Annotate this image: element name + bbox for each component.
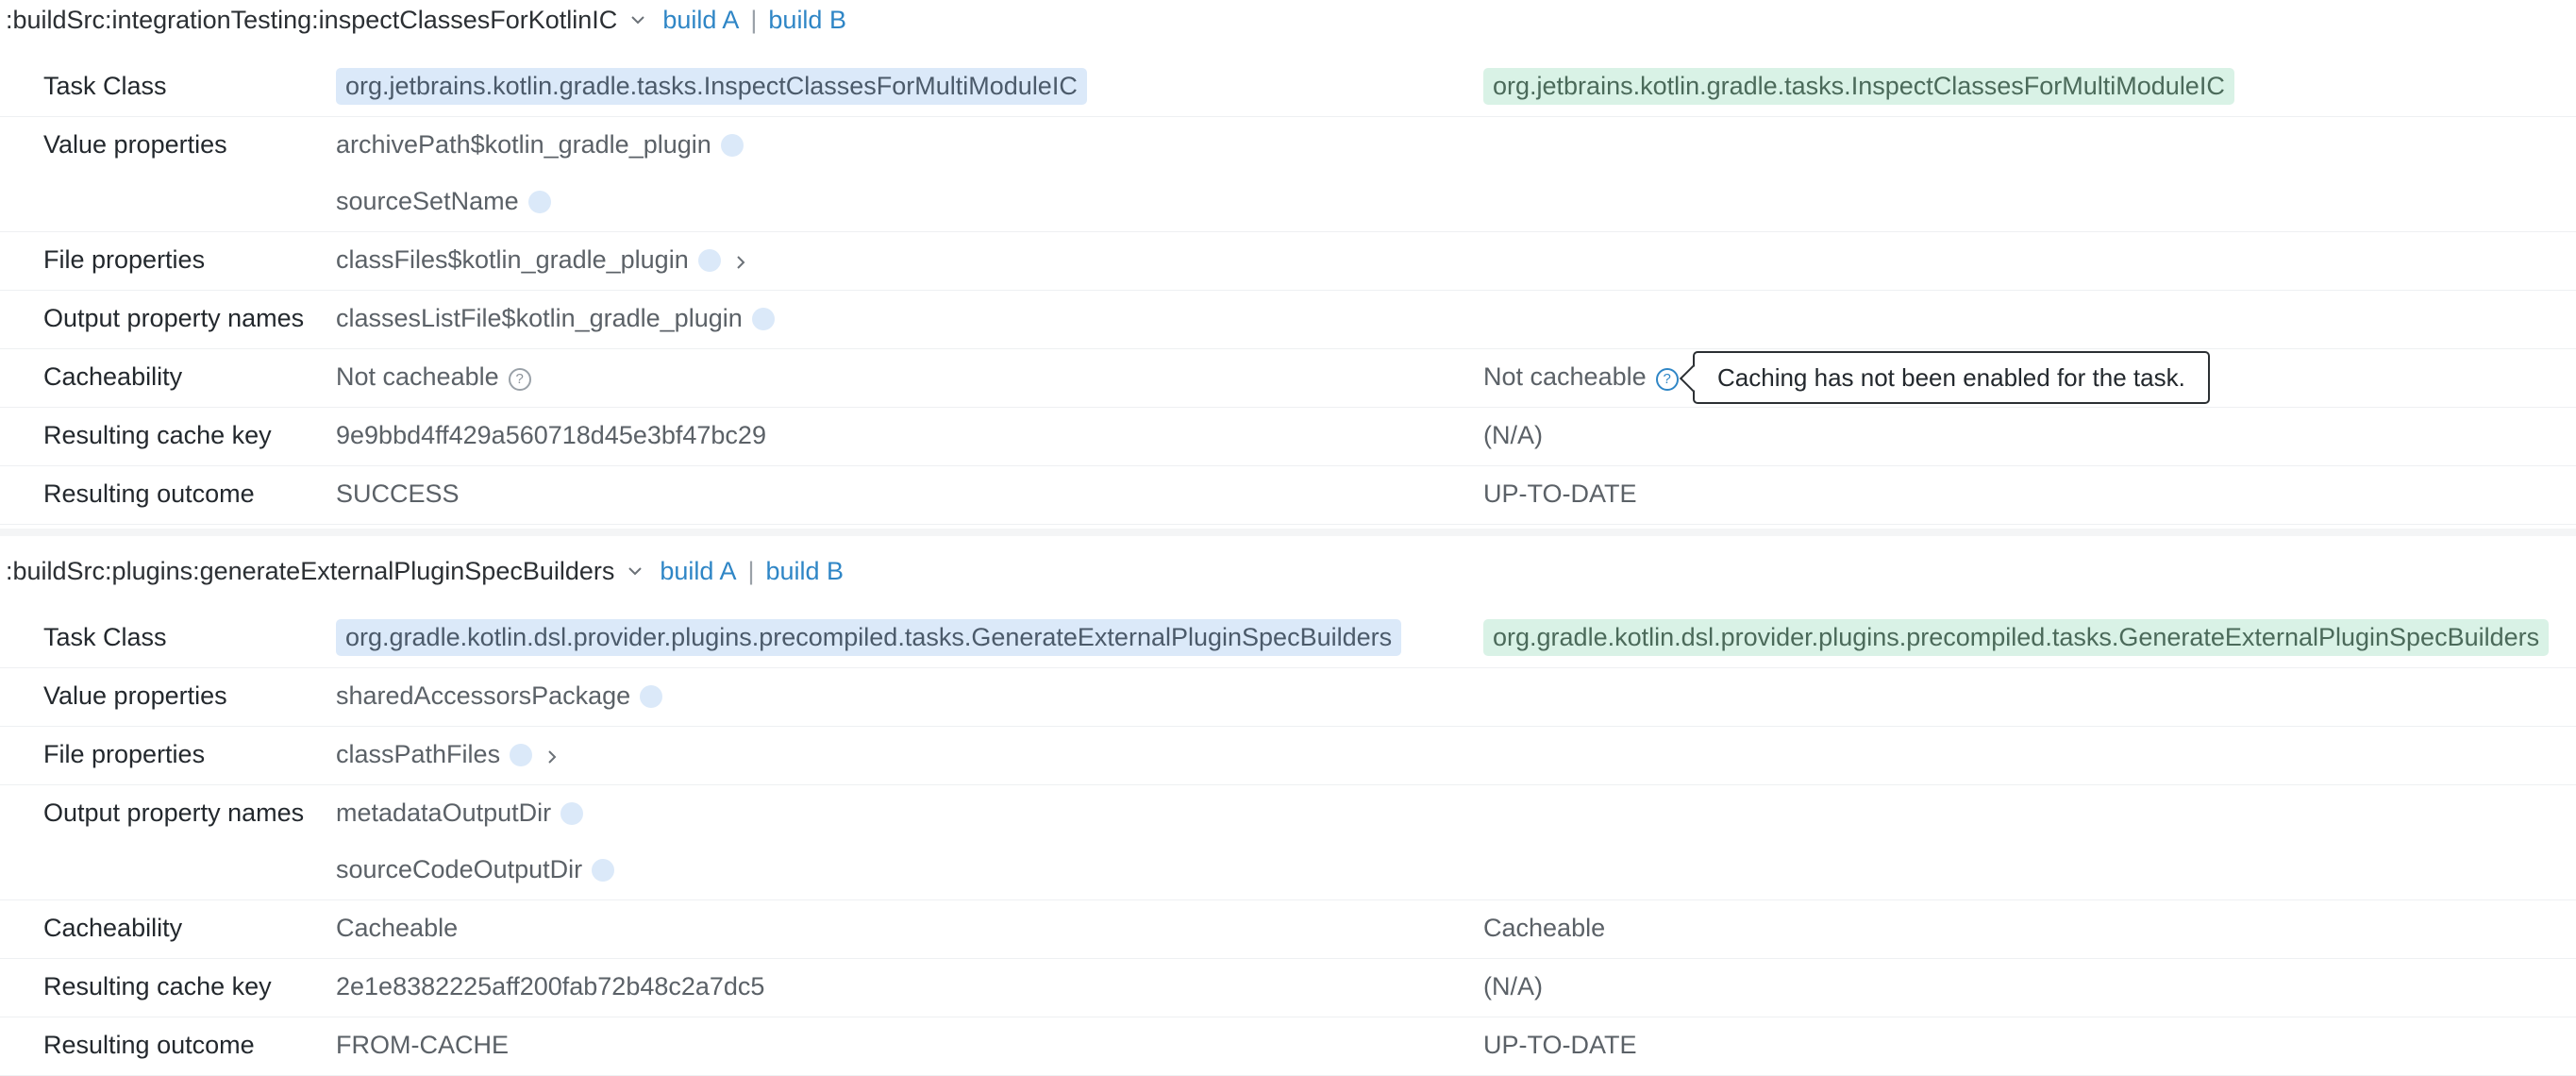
row-label: Cacheability [43,914,183,942]
row-label: Resulting outcome [43,1031,255,1059]
chevron-down-icon[interactable] [627,566,643,576]
cacheability-value: Not cacheable [336,362,499,391]
row-label: Value properties [43,130,227,159]
section-divider [0,529,2576,536]
outcome-b: UP-TO-DATE [1483,1031,1637,1059]
info-dot-icon[interactable] [751,308,775,330]
outcome-a: FROM-CACHE [336,1031,509,1059]
chevron-right-icon[interactable] [736,245,745,275]
value-property: archivePath$kotlin_gradle_plugin [336,130,744,160]
build-a-link[interactable]: build A [662,6,739,35]
info-dot-icon[interactable] [560,802,584,825]
cache-key-a: 9e9bbd4ff429a560718d45e3bf47bc29 [336,421,766,449]
file-property: classFiles$kotlin_gradle_plugin [336,245,745,275]
cache-key-b: (N/A) [1483,421,1543,449]
task-path: :buildSrc:integrationTesting:inspectClas… [6,5,618,34]
row-file-properties: File properties classPathFiles [0,727,2576,785]
row-cache-key: Resulting cache key 2e1e8382225aff200fab… [0,959,2576,1017]
row-label: Value properties [43,681,227,710]
row-label: Output property names [43,304,305,332]
property-name: metadataOutputDir [336,799,552,827]
row-label: Task Class [43,623,167,651]
property-name: classFiles$kotlin_gradle_plugin [336,245,689,274]
row-task-class: Task Class org.jetbrains.kotlin.gradle.t… [0,59,2576,117]
task-header: :buildSrc:plugins:generateExternalPlugin… [6,551,844,591]
cacheability-b: Cacheable [1483,914,1606,942]
task-header: :buildSrc:integrationTesting:inspectClas… [6,0,846,40]
row-label: Output property names [43,799,305,827]
row-outcome: Resulting outcome FROM-CACHE UP-TO-DATE [0,1017,2576,1076]
output-property: sourceCodeOutputDir [336,855,615,884]
cache-key-a: 2e1e8382225aff200fab72b48c2a7dc5 [336,972,765,1000]
property-name: sourceCodeOutputDir [336,855,583,883]
row-label: Cacheability [43,362,183,391]
info-dot-icon[interactable] [527,191,551,213]
link-separator: | [747,556,755,585]
row-label: Task Class [43,72,167,100]
outcome-b: UP-TO-DATE [1483,479,1637,508]
output-property: metadataOutputDir [336,799,584,828]
info-dot-icon[interactable] [592,859,615,882]
cacheability-a: Not cacheable? [336,362,531,392]
task-class-a: org.gradle.kotlin.dsl.provider.plugins.p… [336,619,1402,656]
tooltip-text: Caching has not been enabled for the tas… [1717,362,2185,392]
comparison-table: Task Class org.gradle.kotlin.dsl.provide… [0,610,2576,1076]
property-name: sourceSetName [336,187,519,215]
row-outcome: Resulting outcome SUCCESS UP-TO-DATE [0,466,2576,525]
row-label: Resulting cache key [43,421,272,449]
cacheability-tooltip: Caching has not been enabled for the tas… [1679,351,2210,404]
cache-key-b: (N/A) [1483,972,1543,1000]
task-path: :buildSrc:plugins:generateExternalPlugin… [6,556,615,585]
row-label: Resulting outcome [43,479,255,508]
property-name: archivePath$kotlin_gradle_plugin [336,130,711,159]
row-value-properties: Value properties sharedAccessorsPackage [0,668,2576,727]
file-property: classPathFiles [336,740,557,769]
info-dot-icon[interactable] [510,744,533,766]
property-name: classPathFiles [336,740,501,768]
outcome-a: SUCCESS [336,479,460,508]
row-output-properties: Output property names metadataOutputDir … [0,785,2576,900]
property-name: sharedAccessorsPackage [336,681,631,710]
row-value-properties: Value properties archivePath$kotlin_grad… [0,117,2576,232]
row-label: File properties [43,245,206,274]
question-circle-icon[interactable]: ? [1655,368,1679,391]
task-class-b: org.jetbrains.kotlin.gradle.tasks.Inspec… [1483,68,2234,105]
link-separator: | [750,5,758,34]
row-label: File properties [43,740,206,768]
value-property: sourceSetName [336,187,551,216]
chevron-right-icon[interactable] [547,740,557,769]
row-label: Resulting cache key [43,972,272,1000]
build-b-link[interactable]: build B [768,6,846,35]
task-class-b: org.gradle.kotlin.dsl.provider.plugins.p… [1483,619,2550,656]
build-b-link[interactable]: build B [765,557,844,586]
task-class-a: org.jetbrains.kotlin.gradle.tasks.Inspec… [336,68,1087,105]
cacheability-a: Cacheable [336,914,459,942]
output-property: classesListFile$kotlin_gradle_plugin [336,304,775,333]
property-name: classesListFile$kotlin_gradle_plugin [336,304,743,332]
info-dot-icon[interactable] [720,134,744,157]
row-file-properties: File properties classFiles$kotlin_gradle… [0,232,2576,291]
cacheability-value: Not cacheable [1483,362,1647,391]
cacheability-b: Not cacheable? [1483,362,1679,392]
info-dot-icon[interactable] [697,249,721,272]
question-circle-icon[interactable]: ? [508,368,531,391]
value-property: sharedAccessorsPackage [336,681,663,711]
row-cacheability: Cacheability Cacheable Cacheable [0,900,2576,959]
chevron-down-icon[interactable] [630,15,645,25]
row-cache-key: Resulting cache key 9e9bbd4ff429a560718d… [0,408,2576,466]
comparison-table: Task Class org.jetbrains.kotlin.gradle.t… [0,59,2576,525]
build-a-link[interactable]: build A [660,557,736,586]
row-output-properties: Output property names classesListFile$ko… [0,291,2576,349]
info-dot-icon[interactable] [640,685,663,708]
row-task-class: Task Class org.gradle.kotlin.dsl.provide… [0,610,2576,668]
